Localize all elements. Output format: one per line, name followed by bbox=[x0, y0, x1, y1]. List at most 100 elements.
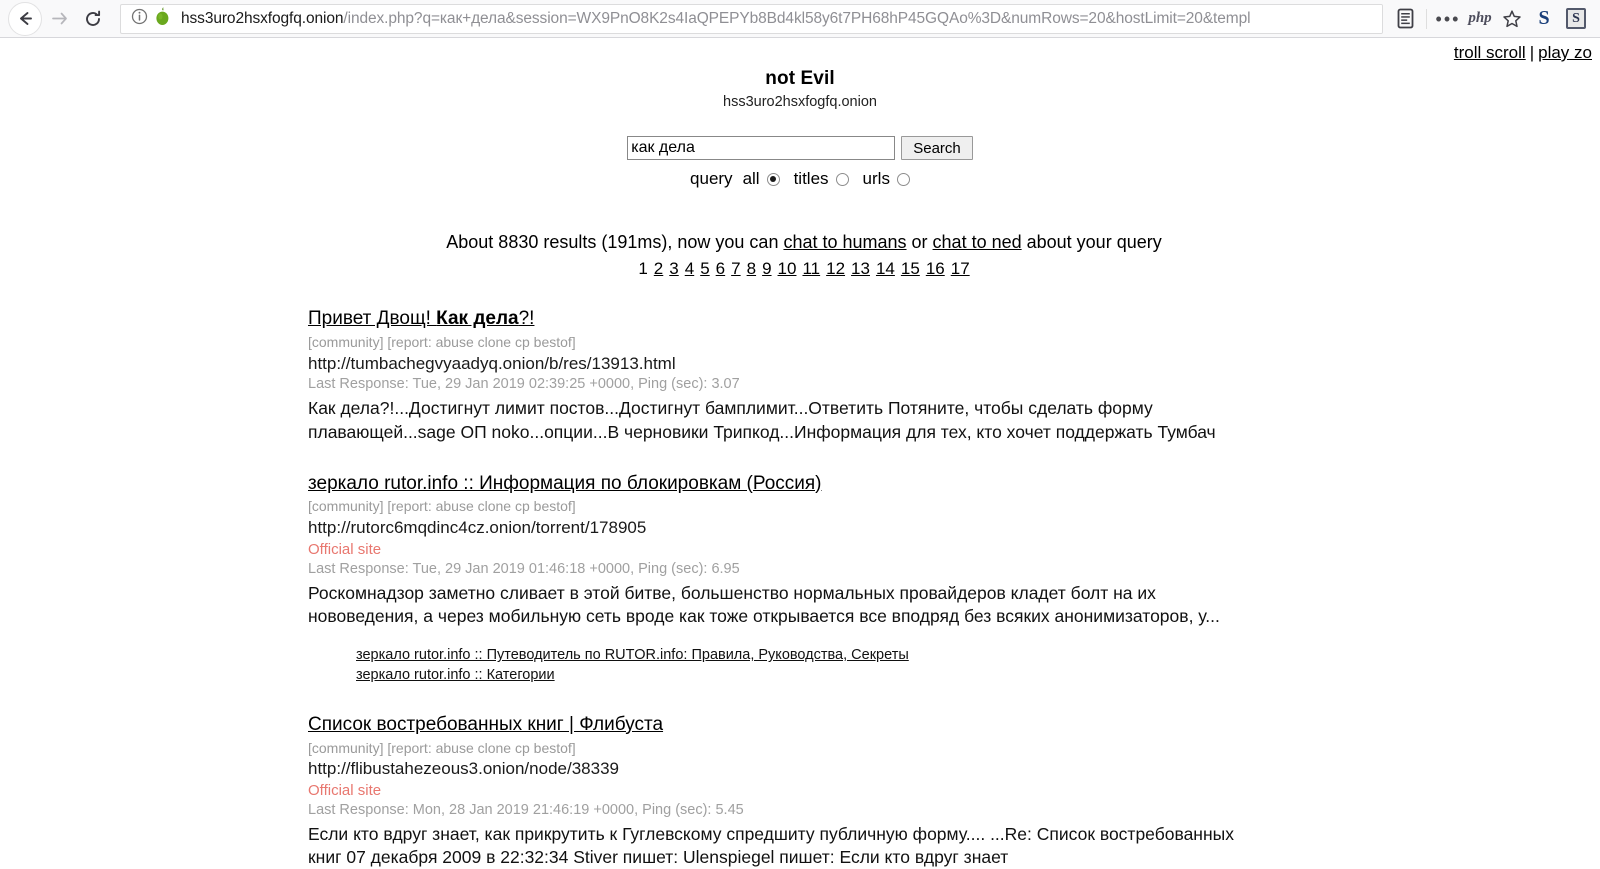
result-title-link[interactable]: зеркало rutor.info :: Информация по блок… bbox=[308, 473, 822, 495]
scope-radio-all[interactable] bbox=[766, 172, 780, 186]
result-title-link[interactable]: Привет Двощ! Как дела?! bbox=[308, 308, 534, 330]
page-content: troll scroll | play zo not Evil hss3uro2hs… bbox=[0, 38, 1600, 869]
pagination-link[interactable]: 13 bbox=[851, 259, 870, 278]
s-box-icon: S bbox=[1566, 8, 1586, 29]
browser-toolbar: hss3uro2hsxfogfq.onion/index.php?q=как+д… bbox=[0, 0, 1600, 38]
search-row: Search bbox=[627, 136, 973, 160]
pagination-link[interactable]: 6 bbox=[716, 259, 725, 278]
pagination-page-14[interactable]: 14 bbox=[876, 259, 895, 278]
extension-button-s2[interactable]: S bbox=[1561, 4, 1591, 34]
chat-to-ned-link[interactable]: chat to ned bbox=[933, 232, 1022, 252]
result-title-text: Список востребованных книг | Флибуста bbox=[308, 713, 664, 735]
pagination-page-10[interactable]: 10 bbox=[778, 259, 797, 278]
result-url[interactable]: http://flibustahezeous3.onion/node/38339 bbox=[308, 759, 1300, 779]
scope-option-urls-label: urls bbox=[862, 169, 890, 188]
pagination-page-7[interactable]: 7 bbox=[731, 259, 740, 278]
result-snippet: Роскомнадзор заметно сливает в этой битв… bbox=[308, 583, 1220, 627]
back-button[interactable] bbox=[8, 1, 42, 36]
reload-icon bbox=[86, 10, 101, 26]
result-meta: Last Response: Tue, 29 Jan 2019 02:39:25… bbox=[308, 376, 740, 393]
pagination-page-8[interactable]: 8 bbox=[747, 259, 756, 278]
pagination-page-11[interactable]: 11 bbox=[802, 259, 820, 278]
pagination-page-15[interactable]: 15 bbox=[901, 259, 920, 278]
result-official-badge: Official site bbox=[308, 540, 382, 558]
pagination-link[interactable]: 17 bbox=[951, 259, 970, 278]
pagination-link[interactable]: 11 bbox=[802, 259, 820, 278]
bookmark-button[interactable] bbox=[1497, 4, 1527, 34]
pagination: 1 2 3 4 5 6 7 8 9 10 11 12 13 14 15 16 17 bbox=[308, 259, 1300, 279]
pagination-page-1[interactable]: 1 bbox=[638, 259, 647, 278]
results-container: About 8830 results (191ms), now you can … bbox=[300, 232, 1300, 869]
extension-button-s1[interactable]: S bbox=[1529, 4, 1559, 34]
result-snippet: Как дела?!...Достигнут лимит постов...До… bbox=[308, 398, 1216, 442]
pagination-link[interactable]: 14 bbox=[876, 259, 895, 278]
pagination-page-16[interactable]: 16 bbox=[926, 259, 945, 278]
result-official-badge: Official site bbox=[308, 781, 382, 799]
scope-radio-urls[interactable] bbox=[896, 172, 910, 186]
pagination-link[interactable]: 2 bbox=[654, 259, 663, 278]
search-result: Привет Двощ! Как дела?! [community] [repo… bbox=[308, 308, 1300, 444]
pagination-page-12[interactable]: 12 bbox=[826, 259, 845, 278]
scope-radio-titles[interactable] bbox=[835, 172, 849, 186]
pagination-link[interactable]: 8 bbox=[747, 259, 756, 278]
result-tags[interactable]: [community] [report: abuse clone cp best… bbox=[308, 740, 1300, 757]
pagination-link[interactable]: 12 bbox=[826, 259, 845, 278]
url-fade-overlay bbox=[1342, 4, 1382, 33]
pagination-page-4[interactable]: 4 bbox=[685, 259, 694, 278]
pagination-page-2[interactable]: 2 bbox=[654, 259, 663, 278]
pagination-link[interactable]: 10 bbox=[778, 259, 797, 278]
result-title-text: Привет Двощ! bbox=[308, 308, 437, 329]
result-sublink[interactable]: зеркало rutor.info :: Категории bbox=[356, 666, 1300, 685]
chat-to-humans-link[interactable]: chat to humans bbox=[783, 232, 906, 252]
pagination-link[interactable]: 3 bbox=[669, 259, 678, 278]
pagination-link[interactable]: 5 bbox=[700, 259, 709, 278]
pagination-page-5[interactable]: 5 bbox=[700, 259, 709, 278]
pagination-link[interactable]: 15 bbox=[901, 259, 920, 278]
pagination-page-3[interactable]: 3 bbox=[669, 259, 678, 278]
pagination-page-6[interactable]: 6 bbox=[716, 259, 725, 278]
result-title-text-suffix: ?! bbox=[518, 308, 535, 329]
summary-suffix: about your query bbox=[1021, 232, 1162, 252]
search-result: зеркало rutor.info :: Информация по блок… bbox=[308, 473, 1300, 685]
result-tags[interactable]: [community] [report: abuse clone cp best… bbox=[308, 498, 1300, 515]
more-actions-button[interactable]: ••• bbox=[1433, 4, 1463, 34]
reader-view-icon bbox=[1397, 8, 1413, 29]
forward-button[interactable] bbox=[42, 2, 76, 36]
result-tags[interactable]: [community] [report: abuse clone cp best… bbox=[308, 334, 1300, 351]
more-actions-icon: ••• bbox=[1435, 8, 1461, 29]
search-scope-options: query all titles urls bbox=[0, 169, 1600, 189]
pagination-page-9[interactable]: 9 bbox=[762, 259, 771, 278]
pagination-page-13[interactable]: 13 bbox=[851, 259, 870, 278]
reader-view-button[interactable] bbox=[1390, 4, 1420, 34]
back-arrow-icon bbox=[19, 12, 32, 25]
pagination-link[interactable]: 16 bbox=[926, 259, 945, 278]
reload-button[interactable] bbox=[76, 2, 110, 36]
troll-scroll-link[interactable]: troll scroll bbox=[1454, 43, 1526, 62]
address-bar-url: hss3uro2hsxfogfq.onion/index.php?q=как+д… bbox=[181, 10, 1250, 28]
result-url[interactable]: http://rutorc6mqdinc4cz.onion/torrent/17… bbox=[308, 518, 1300, 538]
pagination-link[interactable]: 7 bbox=[731, 259, 740, 278]
pagination-link[interactable]: 9 bbox=[762, 259, 771, 278]
result-sublinks: зеркало rutor.info :: Путеводитель по RU… bbox=[356, 646, 1300, 685]
result-meta: Last Response: Tue, 29 Jan 2019 01:46:18… bbox=[308, 560, 740, 577]
scope-option-titles-label: titles bbox=[793, 169, 829, 188]
page-info-icon[interactable] bbox=[131, 8, 148, 30]
link-separator: | bbox=[1529, 43, 1535, 62]
result-title-link[interactable]: Список востребованных книг | Флибуста bbox=[308, 714, 663, 736]
result-url[interactable]: http://tumbachegvyaadyq.onion/b/res/1391… bbox=[308, 354, 1300, 374]
address-bar[interactable]: hss3uro2hsxfogfq.onion/index.php?q=как+д… bbox=[120, 3, 1383, 34]
pagination-link[interactable]: 4 bbox=[685, 259, 694, 278]
result-title-text: зеркало rutor.info :: Информация по блок… bbox=[308, 472, 822, 494]
pagination-page-17[interactable]: 17 bbox=[951, 259, 970, 278]
pagination-link[interactable]: 1 bbox=[638, 259, 647, 278]
search-input[interactable] bbox=[627, 136, 896, 160]
site-header: not Evil hss3uro2hsxfogfq.onion bbox=[0, 38, 1600, 110]
play-zone-link[interactable]: play zo bbox=[1538, 43, 1592, 62]
result-sublink[interactable]: зеркало rutor.info :: Путеводитель по RU… bbox=[356, 646, 1300, 665]
summary-prefix: About 8830 results (191ms), now you can bbox=[446, 232, 784, 252]
php-icon: php bbox=[1468, 10, 1492, 26]
search-button[interactable]: Search bbox=[901, 136, 973, 160]
results-list: Привет Двощ! Как дела?! [community] [repo… bbox=[308, 308, 1300, 869]
php-extension-button[interactable]: php bbox=[1465, 4, 1495, 34]
scope-label: query bbox=[690, 169, 733, 188]
